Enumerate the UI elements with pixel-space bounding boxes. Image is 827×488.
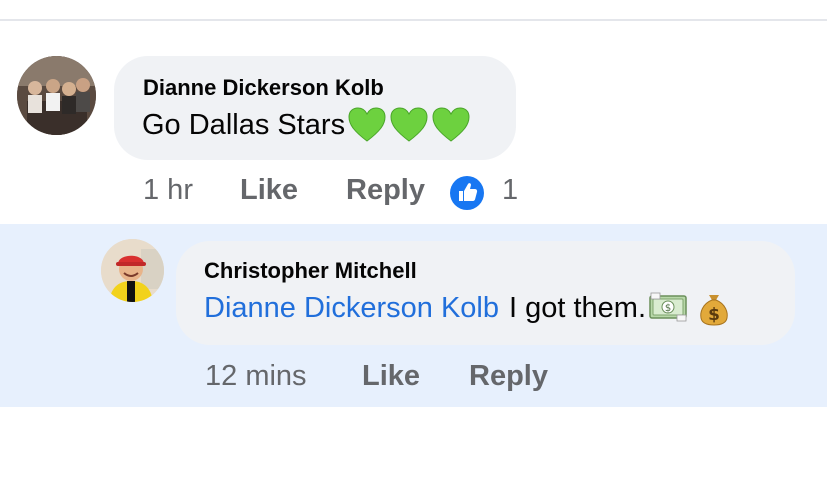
comment-actions: 12 mins Like Reply	[0, 360, 827, 400]
comment-text-row: Dianne Dickerson Kolb I got them. $ $	[204, 289, 730, 327]
reaction-count[interactable]: 1	[502, 174, 518, 207]
green-heart-icon	[389, 106, 429, 144]
like-thumb-icon[interactable]	[450, 176, 484, 210]
money-with-wings-icon: $	[648, 292, 690, 324]
comment-author[interactable]: Dianne Dickerson Kolb	[143, 75, 384, 101]
green-heart-icon	[431, 106, 471, 144]
svg-text:$: $	[665, 303, 671, 314]
comment-text-row: Go Dallas Stars	[142, 106, 471, 144]
reply-comment: Christopher Mitchell Dianne Dickerson Ko…	[0, 224, 827, 407]
comment-text: I got them.	[508, 291, 646, 324]
like-button[interactable]: Like	[362, 360, 420, 393]
like-button[interactable]: Like	[240, 174, 298, 207]
comment-bubble: Christopher Mitchell Dianne Dickerson Ko…	[176, 241, 795, 345]
reply-button[interactable]: Reply	[469, 360, 548, 393]
mention-link[interactable]: Dianne Dickerson Kolb	[204, 292, 499, 325]
comment-timestamp[interactable]: 12 mins	[205, 360, 307, 393]
reply-button[interactable]: Reply	[346, 174, 425, 207]
svg-text:$: $	[708, 305, 720, 325]
comment-author[interactable]: Christopher Mitchell	[204, 258, 417, 284]
comment: Dianne Dickerson Kolb Go Dallas Stars 1 …	[0, 21, 827, 224]
comment-timestamp[interactable]: 1 hr	[143, 174, 193, 207]
comment-actions: 1 hr Like Reply 1	[0, 174, 827, 214]
green-heart-icon	[347, 106, 387, 144]
avatar[interactable]	[17, 56, 96, 135]
comment-bubble: Dianne Dickerson Kolb Go Dallas Stars	[114, 56, 516, 160]
avatar[interactable]	[101, 239, 164, 302]
money-bag-icon: $	[698, 289, 730, 327]
comment-text: Go Dallas Stars	[142, 108, 346, 141]
